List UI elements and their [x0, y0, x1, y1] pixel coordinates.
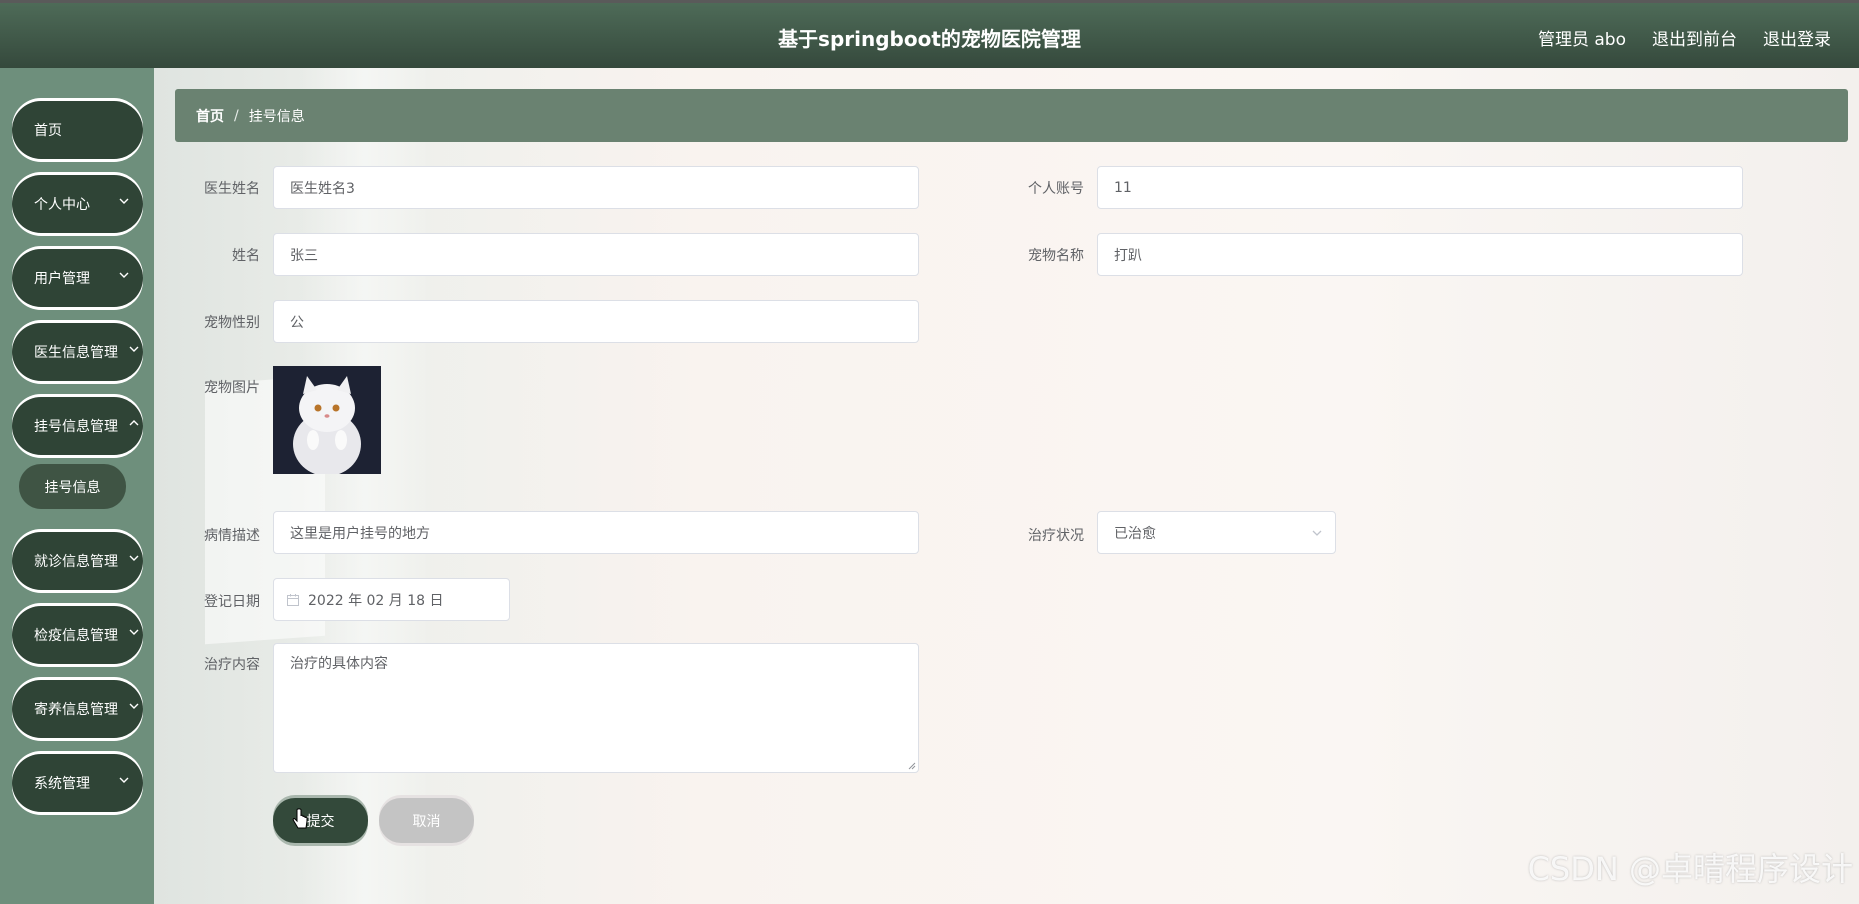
- account-input[interactable]: 11: [1097, 166, 1743, 209]
- name-label: 姓名: [232, 248, 260, 264]
- sidebar-item-label: 医生信息管理: [34, 345, 118, 361]
- sidebar-item-label: 用户管理: [34, 271, 90, 287]
- account-value: 11: [1114, 179, 1132, 196]
- description-input[interactable]: 这里是用户挂号的地方: [273, 511, 919, 554]
- sidebar-item-doctor-management[interactable]: 医生信息管理: [12, 323, 143, 381]
- sidebar-subitem-label: 挂号信息: [44, 479, 101, 496]
- exit-to-frontend-link[interactable]: 退出到前台: [1652, 25, 1737, 50]
- treatment-content-textarea[interactable]: 治疗的具体内容: [273, 643, 919, 773]
- breadcrumb-home[interactable]: 首页: [196, 106, 224, 126]
- cat-photo-icon: [273, 366, 381, 476]
- chevron-down-icon: [129, 346, 139, 352]
- sidebar-item-quarantine-management[interactable]: 检疫信息管理: [12, 606, 143, 664]
- pet-image-label: 宠物图片: [204, 380, 260, 396]
- pet-gender-value: 公: [290, 314, 304, 331]
- cancel-button-label: 取消: [412, 813, 441, 830]
- name-input[interactable]: 张三: [273, 233, 919, 276]
- sidebar-item-label: 就诊信息管理: [34, 554, 118, 570]
- sidebar-item-registration-management[interactable]: 挂号信息管理: [12, 397, 143, 455]
- sidebar-item-system-management[interactable]: 系统管理: [12, 754, 143, 812]
- watermark: CSDN @卓晴程序设计: [1527, 850, 1853, 888]
- chevron-down-icon: [129, 420, 139, 426]
- sidebar-subitem-registration[interactable]: 挂号信息: [19, 464, 126, 509]
- sidebar-item-home[interactable]: 首页: [12, 101, 143, 159]
- sidebar-item-label: 挂号信息管理: [34, 419, 118, 435]
- name-value: 张三: [290, 247, 318, 264]
- chevron-down-icon: [119, 272, 129, 278]
- pet-name-value: 打趴: [1114, 247, 1142, 264]
- cancel-button[interactable]: 取消: [379, 798, 474, 843]
- description-label: 病情描述: [204, 528, 260, 544]
- doctor-name-label: 医生姓名: [204, 181, 260, 197]
- pet-name-input[interactable]: 打趴: [1097, 233, 1743, 276]
- pet-gender-input[interactable]: 公: [273, 300, 919, 343]
- chevron-down-icon: [119, 777, 129, 783]
- pet-name-label: 宠物名称: [1028, 248, 1084, 264]
- sidebar-item-user-management[interactable]: 用户管理: [12, 249, 143, 307]
- treatment-content-value: 治疗的具体内容: [290, 656, 388, 672]
- sidebar-item-label: 个人中心: [34, 197, 90, 213]
- sidebar-item-visit-management[interactable]: 就诊信息管理: [12, 532, 143, 590]
- admin-user-label[interactable]: 管理员 abo: [1538, 25, 1626, 50]
- submit-button[interactable]: 提交: [273, 798, 368, 843]
- sidebar-item-personal-center[interactable]: 个人中心: [12, 175, 143, 233]
- breadcrumb-current: 挂号信息: [248, 108, 305, 125]
- sidebar-item-label: 首页: [34, 123, 62, 139]
- treatment-content-label: 治疗内容: [204, 657, 260, 673]
- register-date-picker[interactable]: 2022 年 02 月 18 日: [273, 578, 510, 621]
- chevron-down-icon: [1312, 530, 1322, 536]
- chevron-down-icon: [129, 555, 139, 561]
- treatment-status-select[interactable]: 已治愈: [1097, 511, 1336, 554]
- doctor-name-value: 医生姓名3: [290, 180, 355, 197]
- breadcrumb: 首页 / 挂号信息: [175, 89, 1848, 142]
- pet-gender-label: 宠物性别: [204, 315, 260, 331]
- account-label: 个人账号: [1028, 181, 1084, 197]
- breadcrumb-separator: /: [234, 107, 239, 124]
- doctor-name-input[interactable]: 医生姓名3: [273, 166, 919, 209]
- treatment-status-value: 已治愈: [1114, 525, 1156, 542]
- treatment-status-label: 治疗状况: [1028, 528, 1084, 544]
- register-date-label: 登记日期: [204, 594, 260, 610]
- chevron-down-icon: [129, 629, 139, 635]
- top-links: 管理员 abo 退出到前台 退出登录: [1538, 25, 1831, 50]
- submit-button-label: 提交: [306, 813, 335, 830]
- pet-image[interactable]: [273, 366, 381, 476]
- description-value: 这里是用户挂号的地方: [290, 525, 430, 542]
- top-bar: 基于springboot的宠物医院管理 管理员 abo 退出到前台 退出登录: [0, 0, 1859, 68]
- logout-link[interactable]: 退出登录: [1763, 25, 1831, 50]
- chevron-down-icon: [129, 703, 139, 709]
- hand-cursor-icon: [292, 808, 308, 829]
- sidebar-item-label: 系统管理: [34, 776, 90, 792]
- resize-grip-icon[interactable]: [908, 762, 916, 770]
- sidebar-item-label: 检疫信息管理: [34, 628, 118, 644]
- calendar-icon: [287, 593, 299, 606]
- sidebar-item-boarding-management[interactable]: 寄养信息管理: [12, 680, 143, 738]
- sidebar-item-label: 寄养信息管理: [34, 702, 118, 718]
- register-date-value: 2022 年 02 月 18 日: [308, 592, 444, 609]
- chevron-down-icon: [119, 198, 129, 204]
